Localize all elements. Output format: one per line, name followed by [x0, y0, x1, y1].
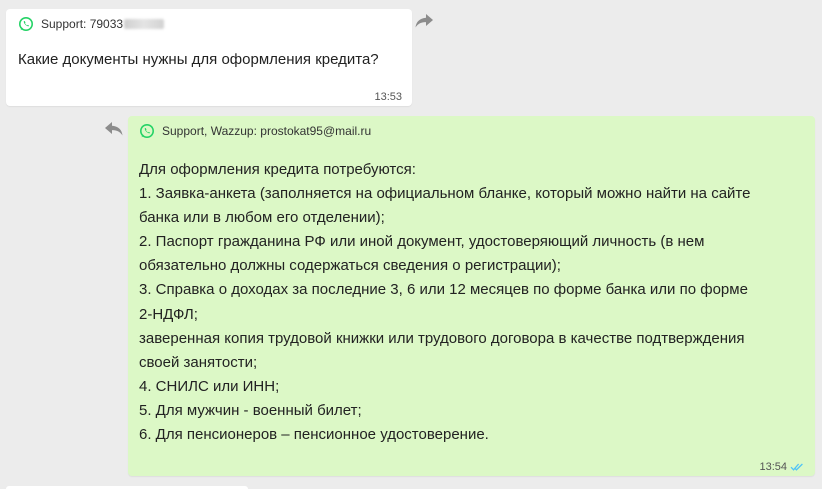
sender-name: Support, Wazzup: prostokat95@mail.ru — [162, 124, 372, 138]
outgoing-message[interactable]: Support, Wazzup: prostokat95@mail.ru Для… — [128, 116, 815, 476]
incoming-message[interactable]: Support: 79033 Какие документы нужны для… — [6, 9, 412, 106]
forward-icon[interactable] — [414, 13, 434, 29]
time-label: 13:53 — [374, 91, 402, 103]
message-text: Для оформления кредита потребуются: 1. З… — [139, 158, 807, 447]
message-time: 13:54 — [759, 461, 804, 473]
message-line: 2. Паспорт гражданина РФ или иной докуме… — [139, 233, 705, 251]
message-line: 2-НДФЛ; — [139, 305, 198, 323]
message-line: 4. СНИЛС или ИНН; — [139, 377, 280, 395]
double-check-icon — [790, 463, 803, 471]
message-line: банка или в любом его отделении); — [139, 209, 385, 227]
message-header: Support: 79033 — [18, 16, 165, 32]
time-label: 13:54 — [759, 461, 787, 473]
sender-name: Support: 79033 — [41, 17, 124, 31]
message-line: 3. Справка о доходах за последние 3, 6 и… — [139, 281, 748, 299]
message-line: 5. Для мужчин - военный билет; — [139, 401, 362, 419]
message-text: Какие документы нужны для оформления кре… — [18, 51, 379, 68]
message-header: Support, Wazzup: prostokat95@mail.ru — [139, 123, 371, 139]
whatsapp-icon — [19, 17, 33, 31]
redacted-phone — [124, 19, 165, 29]
message-time: 13:53 — [374, 91, 402, 103]
message-line: своей занятости; — [139, 353, 258, 371]
whatsapp-icon — [140, 124, 154, 138]
chat-area: Support: 79033 Какие документы нужны для… — [0, 0, 822, 489]
message-line: 1. Заявка-анкета (заполняется на официал… — [139, 185, 751, 203]
message-line: Для оформления кредита потребуются: — [139, 161, 416, 178]
message-line: 6. Для пенсионеров – пенсионное удостове… — [139, 426, 489, 444]
message-line: обязательно должны содержаться сведения … — [139, 257, 561, 275]
reply-icon[interactable] — [104, 121, 124, 137]
message-line: заверенная копия трудовой книжки или тру… — [139, 329, 745, 347]
